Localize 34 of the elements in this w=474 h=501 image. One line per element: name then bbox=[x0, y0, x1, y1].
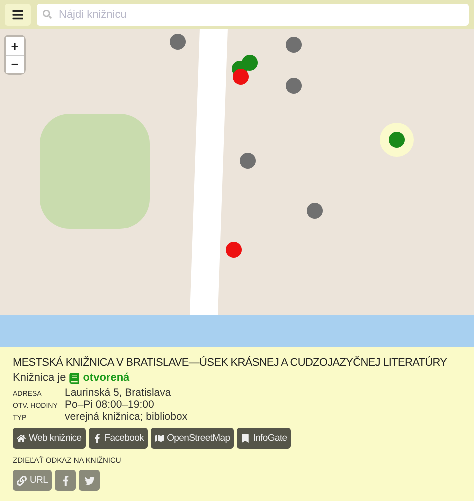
book-icon bbox=[69, 372, 80, 384]
twitter-icon bbox=[84, 476, 95, 486]
library-marker[interactable] bbox=[286, 37, 302, 54]
search-field[interactable]: Nájdi knižnicu bbox=[37, 4, 469, 26]
facebook-icon bbox=[60, 476, 71, 486]
link-button[interactable]: Web knižnice bbox=[13, 428, 86, 449]
map-drawing[interactable]: + − bbox=[0, 29, 474, 347]
share-button[interactable] bbox=[55, 470, 76, 491]
library-marker[interactable] bbox=[286, 78, 302, 94]
library-marker[interactable] bbox=[226, 242, 242, 258]
detail-value: Laurinská 5, Bratislava bbox=[65, 387, 172, 399]
search-icon bbox=[43, 10, 52, 19]
link-button[interactable]: InfoGate bbox=[237, 428, 292, 449]
status-label: Knižnica je bbox=[13, 372, 66, 384]
status-value: otvorená bbox=[83, 372, 130, 384]
library-marker[interactable] bbox=[240, 153, 256, 170]
library-marker[interactable] bbox=[307, 203, 323, 220]
zoom-button[interactable]: − bbox=[6, 55, 24, 74]
facebook-icon bbox=[92, 434, 102, 443]
menu-icon bbox=[12, 8, 24, 21]
home-icon bbox=[17, 434, 26, 443]
bookmark-icon bbox=[241, 434, 250, 443]
library-marker[interactable] bbox=[233, 69, 249, 86]
menu-button[interactable] bbox=[5, 4, 31, 26]
link-button[interactable]: OpenStreetMap bbox=[151, 428, 234, 449]
library-title: MESTSKÁ KNIŽNICA V BRATISLAVE—ÚSEK KRÁSNEJ A CUDZOJAZYČNEJ LITERATÚRY bbox=[13, 357, 448, 369]
library-marker[interactable] bbox=[170, 34, 186, 50]
link-icon bbox=[17, 476, 27, 486]
library-marker[interactable] bbox=[389, 132, 405, 148]
link-button[interactable]: Facebook bbox=[88, 428, 148, 449]
detail-value: verejná knižnica; bibliobox bbox=[65, 411, 189, 423]
map-icon bbox=[155, 434, 164, 443]
share-button[interactable] bbox=[79, 470, 100, 491]
detail-value: Po–Pi 08:00–19:00 bbox=[65, 399, 156, 411]
